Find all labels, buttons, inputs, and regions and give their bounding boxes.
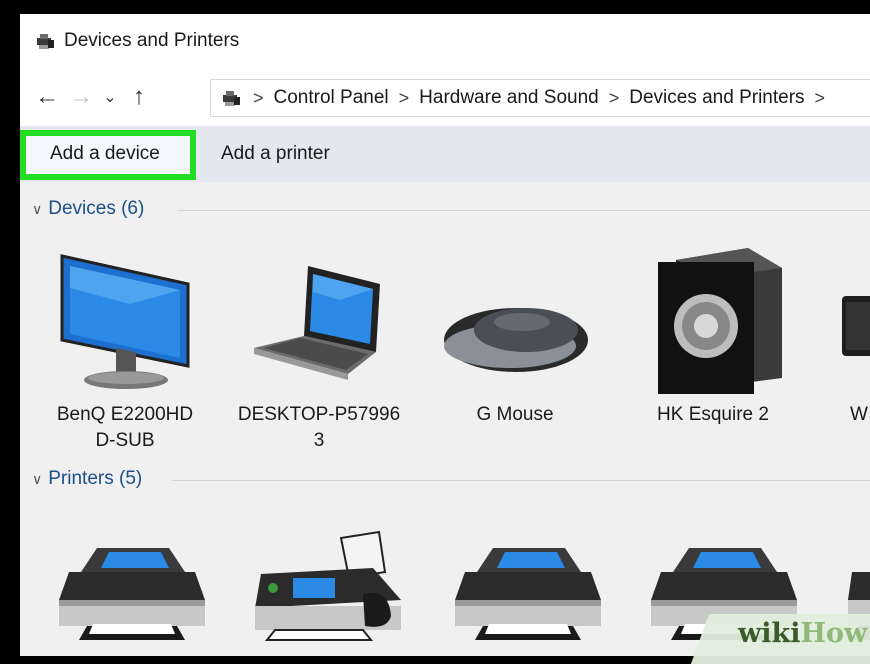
back-arrow-icon[interactable]: ← [30,80,64,114]
devices-group-header[interactable]: ∨ Devices (6) [32,198,870,220]
keyboard-icon [842,296,870,356]
window-title: Devices and Printers [64,30,240,51]
add-device-button[interactable]: Add a device [50,143,160,165]
command-bar: Add a device Add a printer [20,126,870,182]
device-label: G Mouse [476,404,554,425]
chevron-down-icon[interactable]: ⌄ [98,80,122,114]
devices-printers-icon [34,30,56,52]
forward-arrow-icon[interactable]: → [64,80,98,114]
devices-group-title: Devices (6) [48,198,145,219]
device-g-mouse[interactable]: G Mouse [430,244,600,428]
navigation-bar: ← → ⌄ ↑ > Control Panel > Hardware and S… [20,68,870,126]
mouse-icon [444,308,588,372]
device-keyboard[interactable]: W [822,244,870,428]
title-bar: Devices and Printers [20,14,870,68]
group-divider [178,210,870,211]
up-arrow-icon[interactable]: ↑ [122,80,156,114]
address-bar[interactable]: > Control Panel > Hardware and Sound > D… [210,79,870,117]
device-hk-esquire[interactable]: HK Esquire 2 [628,244,798,428]
wikihow-watermark: wikiHow [738,618,868,649]
breadcrumb-separator: > [814,87,826,108]
printers-group-title: Printers (5) [48,468,143,489]
fax-item[interactable] [248,530,408,642]
breadcrumb-devices-and-printers[interactable]: Devices and Printers [629,87,804,109]
breadcrumb-separator: > [398,87,410,108]
devices-printers-icon [219,86,243,110]
chevron-down-icon: ∨ [32,470,43,487]
fax-icon [255,530,401,641]
device-label: HK Esquire 2 [657,404,769,425]
breadcrumb-separator: > [608,87,620,108]
laptop-icon [254,266,380,380]
device-label: DESKTOP-P57996 3 [237,404,401,451]
printer-icon [455,548,601,640]
device-benq-monitor[interactable]: BenQ E2200HD D-SUB [40,244,210,454]
speaker-icon [658,248,782,394]
device-label: W [850,404,868,425]
devices-and-printers-window: Devices and Printers ← → ⌄ ↑ > Control P… [20,14,870,656]
breadcrumb-hardware-and-sound[interactable]: Hardware and Sound [419,87,599,109]
group-divider [172,480,870,481]
printers-group-header[interactable]: ∨ Printers (5) [32,468,870,490]
add-printer-button[interactable]: Add a printer [221,143,330,165]
device-desktop-laptop[interactable]: DESKTOP-P57996 3 [234,244,404,454]
printer-item[interactable] [448,534,608,642]
monitor-icon [60,254,190,389]
breadcrumb-separator: > [253,87,264,108]
printer-item[interactable] [52,534,212,642]
device-label: BenQ E2200HD D-SUB [56,404,194,451]
breadcrumb-control-panel[interactable]: Control Panel [274,87,389,109]
chevron-down-icon: ∨ [32,200,43,217]
printer-icon [59,548,205,640]
